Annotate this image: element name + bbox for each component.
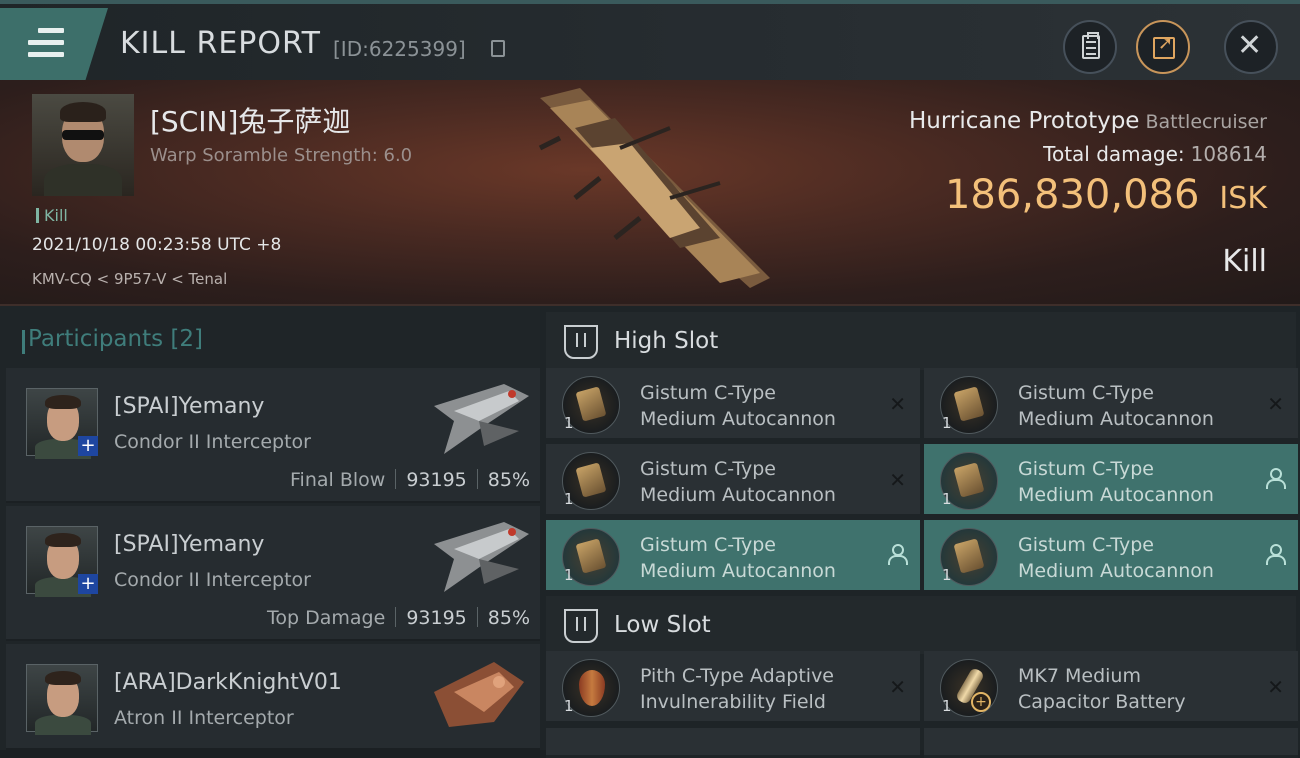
participants-count: [2] <box>170 326 204 352</box>
participant-stats: Top Damage 93195 85% <box>267 607 530 629</box>
fitting-panel: High Slot 1 Gistum C-Type Medium Autocann… <box>540 306 1300 758</box>
module-item[interactable]: 1 Gistum C-Type Medium Autocannon ✕ <box>546 444 920 517</box>
module-item[interactable]: + 1 MK7 Medium Capacitor Battery ✕ <box>924 651 1298 724</box>
module-item[interactable]: 1 Pith C-Type Adaptive Invulnerability Fi… <box>546 651 920 724</box>
module-name: Gistum C-Type Medium Autocannon <box>640 382 836 430</box>
destroyed-icon: ✕ <box>1267 392 1284 416</box>
victim-ship-image <box>538 88 770 288</box>
low-slot-header: Low Slot <box>546 596 1296 654</box>
kill-datetime: 2021/10/18 00:23:58 UTC +8 <box>32 235 282 255</box>
total-damage-label: Total damage: <box>1043 142 1185 166</box>
user-icon <box>888 544 908 566</box>
participant-ship: Condor II Interceptor <box>114 569 311 591</box>
module-quantity: 1 <box>564 490 574 508</box>
close-button[interactable]: ✕ <box>1224 20 1278 74</box>
module-item[interactable]: 1 Gistum C-Type Medium Autocannon <box>546 520 920 593</box>
participant-percent: 85% <box>487 607 530 629</box>
module-name: Gistum C-Type Medium Autocannon <box>1018 382 1214 430</box>
total-damage: Total damage: 108614 <box>1043 142 1267 166</box>
low-slot-icon <box>564 609 598 643</box>
participant-role: Final Blow <box>290 469 386 491</box>
module-name: MK7 Medium Capacitor Battery <box>1018 665 1186 713</box>
participant-name: [SPAI]Yemany <box>114 532 265 557</box>
kill-result: Kill <box>1222 244 1267 279</box>
module-name: Pith C-Type Adaptive Invulnerability Fiel… <box>640 665 834 713</box>
module-quantity: 1 <box>564 414 574 432</box>
victim-ship[interactable]: Hurricane Prototype Battlecruiser <box>909 108 1267 134</box>
destroyed-icon: ✕ <box>889 675 906 699</box>
total-damage-value: 108614 <box>1190 142 1267 166</box>
kill-tag: Kill <box>36 206 68 225</box>
participant-avatar[interactable]: + <box>26 388 98 459</box>
module-name: Gistum C-Type Medium Autocannon <box>640 458 836 506</box>
share-button[interactable] <box>1136 20 1190 74</box>
module-name: Gistum C-Type Medium Autocannon <box>640 534 836 582</box>
participant-avatar[interactable]: + <box>26 526 98 597</box>
destroyed-icon: ✕ <box>1267 675 1284 699</box>
participant-item[interactable]: [ARA]DarkKnightV01 Atron II Interceptor <box>6 644 540 750</box>
module-item[interactable]: 1 Gistum C-Type Medium Autocannon <box>924 520 1298 593</box>
participant-ship-image <box>434 522 529 592</box>
menu-button[interactable] <box>0 8 108 84</box>
participant-name: [ARA]DarkKnightV01 <box>114 670 342 695</box>
report-id: [ID:6225399] <box>333 37 466 61</box>
module-quantity: 1 <box>942 414 952 432</box>
isk-value: 186,830,086 <box>944 172 1200 218</box>
destroyed-icon: ✕ <box>889 468 906 492</box>
participant-ship-image <box>434 662 524 727</box>
plus-icon: + <box>78 574 98 594</box>
clipboard-button[interactable] <box>1063 20 1117 74</box>
high-slot-header: High Slot <box>546 312 1296 370</box>
module-item[interactable]: 1 Gistum C-Type Medium Autocannon ✕ <box>546 368 920 441</box>
participant-stats: Final Blow 93195 85% <box>290 469 530 491</box>
module-item[interactable]: 1 Gistum C-Type Medium Autocannon <box>924 444 1298 517</box>
module-item[interactable]: 1 Gistum C-Type Medium Autocannon ✕ <box>924 368 1298 441</box>
participant-ship: Condor II Interceptor <box>114 431 311 453</box>
plus-icon: + <box>78 436 98 456</box>
module-quantity: 1 <box>942 697 952 715</box>
high-slot-label: High Slot <box>614 328 719 354</box>
module-quantity: 1 <box>942 566 952 584</box>
module-quantity: 1 <box>564 566 574 584</box>
module-quantity: 1 <box>942 490 952 508</box>
ship-name: Hurricane Prototype <box>908 108 1140 134</box>
participants-title[interactable]: Participants [2] <box>21 326 204 354</box>
isk-value-row: 186,830,086 ISK <box>945 172 1267 218</box>
copy-icon[interactable] <box>491 40 505 57</box>
warp-scramble-strength: Warp Soramble Strength: 6.0 <box>150 145 413 166</box>
participant-damage: 93195 <box>406 469 467 491</box>
user-icon <box>1266 544 1286 566</box>
menu-icon <box>28 28 64 58</box>
page-title: KILL REPORT <box>120 26 321 61</box>
clipboard-icon <box>1082 32 1100 59</box>
module-name: Gistum C-Type Medium Autocannon <box>1018 534 1214 582</box>
close-icon: ✕ <box>1237 28 1263 63</box>
participant-damage: 93195 <box>406 607 467 629</box>
kill-location: KMV-CQ < 9P57-V < Tenal <box>32 270 228 288</box>
user-icon <box>1266 468 1286 490</box>
low-slot-label: Low Slot <box>614 612 711 638</box>
module-name: Gistum C-Type Medium Autocannon <box>1018 458 1214 506</box>
participant-item[interactable]: + [SPAI]Yemany Condor II Interceptor Top… <box>6 506 540 641</box>
destroyed-icon: ✕ <box>889 392 906 416</box>
participant-item[interactable]: + [SPAI]Yemany Condor II Interceptor Fin… <box>6 368 540 503</box>
module-quantity: 1 <box>564 697 574 715</box>
high-slot-icon <box>564 325 598 359</box>
title-bar: KILL REPORT [ID:6225399] ✕ <box>0 0 1300 84</box>
module-item[interactable] <box>924 728 1298 758</box>
module-item[interactable] <box>546 728 920 758</box>
ship-class: Battlecruiser <box>1145 111 1267 133</box>
participant-role: Top Damage <box>267 607 386 629</box>
share-icon <box>1153 33 1175 59</box>
participant-ship: Atron II Interceptor <box>114 707 294 729</box>
victim-avatar[interactable] <box>32 94 134 196</box>
participant-percent: 85% <box>487 469 530 491</box>
participants-panel: Participants [2] + [SPAI]Yemany Condor I… <box>0 306 540 750</box>
participant-name: [SPAI]Yemany <box>114 394 265 419</box>
participant-ship-image <box>434 384 529 454</box>
isk-unit: ISK <box>1219 181 1267 216</box>
victim-name[interactable]: [SCIN]兔子萨迦 <box>150 100 350 140</box>
participant-avatar[interactable] <box>26 664 98 735</box>
